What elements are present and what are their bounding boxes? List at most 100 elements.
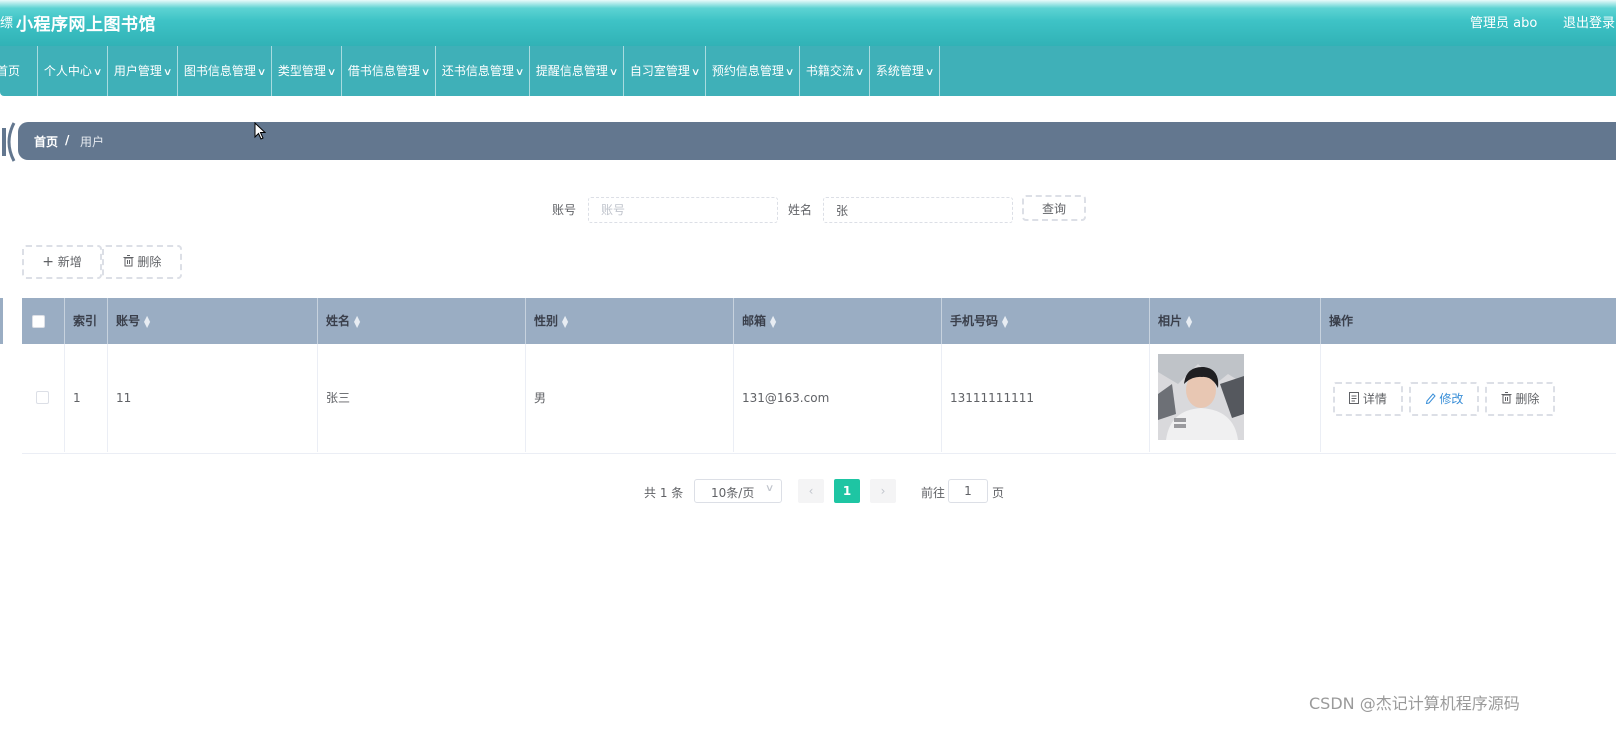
goto-label: 前往 — [921, 486, 946, 500]
add-button[interactable]: + 新增 — [22, 245, 102, 279]
page-size-select[interactable]: 10条/页 ∨ — [694, 479, 782, 503]
nav-item-borrow[interactable]: 借书信息管理∨ — [342, 46, 436, 96]
chevron-left-icon: ‹ — [808, 484, 814, 498]
row-checkbox[interactable] — [36, 391, 49, 404]
chevron-down-icon: ∨ — [256, 67, 267, 78]
header-gender-label: 性别 — [534, 314, 559, 328]
nav-item-return[interactable]: 还书信息管理∨ — [436, 46, 530, 96]
mouse-cursor-icon — [254, 122, 266, 140]
header-index: 索引 — [65, 298, 108, 344]
logout-link[interactable]: 退出登录 — [1563, 12, 1615, 31]
sort-icon[interactable]: ▲ ▼ — [562, 314, 568, 328]
nav-item-book-exchange[interactable]: 书籍交流∨ — [800, 46, 870, 96]
chevron-right-icon: › — [880, 484, 886, 498]
chevron-down-icon: ∨ — [92, 67, 103, 78]
header-photo-label: 相片 — [1158, 314, 1183, 328]
prev-page-button[interactable]: ‹ — [798, 479, 824, 503]
goto-page-input[interactable] — [948, 479, 988, 503]
nav-item-home[interactable]: 首页 — [0, 46, 38, 96]
chevron-down-icon: ∨ — [924, 67, 935, 78]
select-all-checkbox[interactable] — [32, 315, 45, 328]
batch-delete-label: 删除 — [137, 255, 162, 269]
nav-item-books[interactable]: 图书信息管理∨ — [178, 46, 272, 96]
nav-item-label: 借书信息管理 — [347, 64, 420, 78]
detail-button[interactable]: 详情 — [1333, 382, 1403, 416]
cell-index: 1 — [65, 344, 108, 452]
header-photo[interactable]: 相片 ▲ ▼ — [1150, 298, 1321, 344]
next-page-button[interactable]: › — [870, 479, 896, 503]
watermark: CSDN @杰记计算机程序源码 — [1309, 694, 1520, 713]
nav-item-profile[interactable]: 个人中心∨ — [38, 46, 108, 96]
cell-name: 张三 — [318, 344, 526, 452]
breadcrumb-current: 用户 — [80, 135, 105, 149]
users-table: 索引 账号 ▲ ▼ 姓名 ▲ ▼ 性别 ▲ ▼ 邮箱 ▲ ▼ 手机号码 ▲ ▼ 相片 ▲ ▼ 操作 1 … — [22, 298, 1616, 454]
header-select-cell — [22, 298, 65, 344]
query-button[interactable]: 查询 — [1022, 195, 1086, 221]
breadcrumb-home[interactable]: 首页 — [34, 133, 58, 150]
trash-icon — [123, 255, 134, 267]
header-email-label: 邮箱 — [742, 314, 767, 328]
page-size-value: 10条/页 — [711, 486, 755, 500]
header-actions: 操作 — [1329, 314, 1354, 328]
nav-item-reminders[interactable]: 提醒信息管理∨ — [530, 46, 624, 96]
cell-email: 131@163.com — [734, 344, 942, 452]
table-header: 索引 账号 ▲ ▼ 姓名 ▲ ▼ 性别 ▲ ▼ 邮箱 ▲ ▼ 手机号码 ▲ ▼ 相片 ▲ ▼ 操作 — [22, 298, 1616, 344]
header-edge-glyph: 缥 — [0, 16, 14, 31]
sort-icon[interactable]: ▲ ▼ — [770, 314, 776, 328]
pagination-total: 共 1 条 — [644, 486, 684, 500]
nav-item-categories[interactable]: 类型管理∨ — [272, 46, 342, 96]
cell-account: 11 — [108, 344, 318, 452]
nav-item-users[interactable]: 用户管理∨ — [108, 46, 178, 96]
header-gender[interactable]: 性别 ▲ ▼ — [526, 298, 734, 344]
nav-item-study-rooms[interactable]: 自习室管理∨ — [624, 46, 706, 96]
cell-gender: 男 — [526, 344, 734, 452]
edit-button-label: 修改 — [1439, 392, 1464, 406]
nav-item-system[interactable]: 系统管理∨ — [870, 46, 940, 96]
chevron-down-icon: ∨ — [162, 67, 173, 78]
header-account-label: 账号 — [116, 314, 141, 328]
plus-icon: + — [42, 254, 54, 270]
sort-icon[interactable]: ▲ ▼ — [354, 314, 360, 328]
delete-button[interactable]: 删除 — [1485, 382, 1555, 416]
sort-icon[interactable]: ▲ ▼ — [1002, 314, 1008, 328]
user-photo — [1158, 354, 1244, 440]
detail-button-label: 详情 — [1362, 392, 1387, 406]
account-label: 账号 — [552, 203, 577, 217]
name-search-input[interactable] — [823, 197, 1013, 223]
nav-item-label: 预约信息管理 — [711, 64, 784, 78]
breadcrumb-separator: / — [65, 133, 70, 147]
add-button-label: 新增 — [57, 255, 82, 269]
chevron-down-icon: ∨ — [854, 67, 865, 78]
document-icon — [1349, 392, 1360, 404]
nav-item-label: 个人中心 — [43, 64, 92, 78]
chevron-down-icon: ∨ — [326, 67, 337, 78]
header-phone[interactable]: 手机号码 ▲ ▼ — [942, 298, 1150, 344]
breadcrumb-bracket-decoration — [2, 122, 16, 162]
chevron-down-icon: ∨ — [764, 483, 775, 494]
top-header: 缥 小程序网上图书馆 管理员 abo 退出登录 — [0, 0, 1616, 46]
header-phone-label: 手机号码 — [950, 314, 999, 328]
sort-icon[interactable]: ▲ ▼ — [1186, 314, 1192, 328]
nav-item-label: 系统管理 — [875, 64, 924, 78]
nav-item-label: 类型管理 — [277, 64, 326, 78]
nav-item-label: 用户管理 — [113, 64, 162, 78]
header-email[interactable]: 邮箱 ▲ ▼ — [734, 298, 942, 344]
name-label: 姓名 — [788, 203, 813, 217]
header-account[interactable]: 账号 ▲ ▼ — [108, 298, 318, 344]
current-page-button[interactable]: 1 — [834, 479, 860, 503]
account-search-input[interactable] — [588, 197, 778, 223]
page-suffix: 页 — [992, 486, 1005, 500]
left-edge-marker — [0, 298, 3, 344]
chevron-down-icon: ∨ — [608, 67, 619, 78]
admin-user-label: 管理员 abo — [1470, 16, 1538, 31]
edit-button[interactable]: 修改 — [1409, 382, 1479, 416]
row-select-cell — [22, 344, 65, 452]
nav-item-reservations[interactable]: 预约信息管理∨ — [706, 46, 800, 96]
app-title: 小程序网上图书馆 — [16, 15, 156, 35]
chevron-down-icon: ∨ — [420, 67, 431, 78]
header-name[interactable]: 姓名 ▲ ▼ — [318, 298, 526, 344]
chevron-down-icon: ∨ — [514, 67, 525, 78]
header-name-label: 姓名 — [326, 314, 351, 328]
sort-icon[interactable]: ▲ ▼ — [144, 314, 150, 328]
batch-delete-button[interactable]: 删除 — [102, 245, 182, 279]
